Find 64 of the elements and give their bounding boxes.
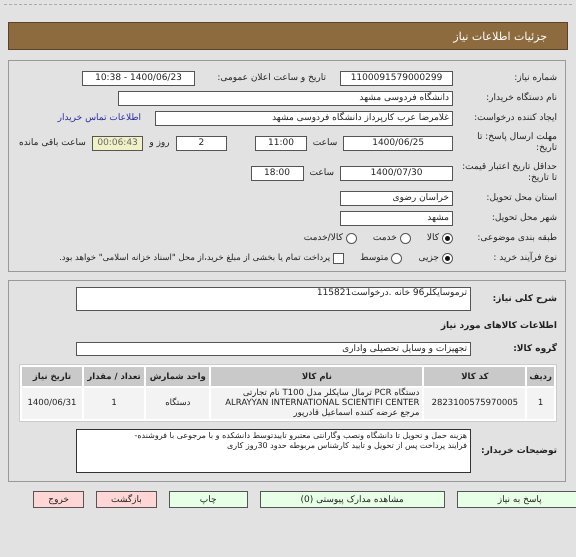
option-label: خدمت bbox=[372, 233, 397, 243]
validity-date-field: 1400/07/30 bbox=[340, 166, 453, 180]
column-header: ردیف bbox=[527, 367, 554, 386]
field-label: ساعت bbox=[310, 168, 334, 178]
page-title: جزئیات اطلاعات نیاز bbox=[453, 30, 547, 42]
radio-button[interactable] bbox=[400, 232, 411, 244]
field-label: روز و bbox=[149, 138, 170, 148]
checkbox[interactable] bbox=[333, 252, 344, 264]
radio-button[interactable] bbox=[442, 232, 453, 244]
column-header: واحد شمارش bbox=[146, 367, 210, 386]
field-label: ایجاد کننده درخواست: bbox=[473, 112, 557, 124]
field-label: نام دستگاه خریدار: bbox=[485, 92, 557, 104]
buyer-notes-box: هزینه حمل و تحویل تا دانشگاه ونصب وگارانتی معتبرو تاییدتوسط دانشکده و با مرجوعی با فروشنده- فرایند پرداخت پس از تحویل و تایید کارشناس مربوطه حدود 30روز کاری bbox=[76, 429, 471, 474]
field-label: توضیحات خریدار: bbox=[480, 446, 557, 457]
checkbox-label: پرداخت تمام یا بخشی از مبلغ خرید،از محل "اسناد خزانه اسلامی" خواهد بود. bbox=[59, 253, 330, 263]
section-heading: اطلاعات کالاهای مورد نیاز bbox=[440, 320, 557, 332]
action-button[interactable]: مشاهده مدارک پیوستی (0) bbox=[260, 491, 445, 508]
action-button[interactable]: خروج bbox=[33, 491, 84, 508]
table-cell: 1 bbox=[527, 388, 554, 420]
goods-group-field: تجهیزات و وسایل تحصیلی واداری bbox=[76, 342, 471, 356]
announce-date-field: 1400/06/23 - 10:38 bbox=[82, 70, 195, 86]
radio-button[interactable] bbox=[346, 232, 357, 244]
column-header: کد کالا bbox=[424, 367, 526, 386]
table-cell: دستگاه PCR ترمال سایکلر مدل T100 نام تجارتی ALRAYYAN INTERNATIONAL SCIENTIFI CENTER مرجع عرضه کننده اسماعیل قادرپور bbox=[211, 388, 422, 420]
buyer-name-field: دانشگاه فردوسی مشهد bbox=[118, 90, 453, 106]
province-field: خراسان رضوی bbox=[340, 190, 453, 206]
field-label: نوع فرآیند خرید : bbox=[492, 252, 557, 264]
deadline-time-field: 11:00 bbox=[255, 136, 307, 150]
contact-link[interactable]: اطلاعات تماس خریدار bbox=[58, 113, 141, 123]
action-button[interactable]: پاسخ به نیاز bbox=[456, 491, 576, 508]
action-button[interactable]: چاپ bbox=[168, 491, 248, 508]
option-label: جزیی bbox=[418, 253, 439, 263]
option-label: متوسط bbox=[360, 253, 388, 263]
field-label: شماره نیاز: bbox=[513, 72, 557, 84]
option-label: کالا bbox=[426, 233, 439, 243]
table-cell: 1400/06/31 bbox=[22, 388, 82, 420]
option-label: کالا/خدمت bbox=[304, 233, 343, 243]
radio-button[interactable] bbox=[442, 252, 453, 264]
table-cell: 1 bbox=[84, 388, 144, 420]
days-field: 2 bbox=[176, 136, 228, 150]
field-label: شهر محل تحویل: bbox=[490, 212, 557, 224]
table-cell: دستگاه bbox=[146, 388, 210, 420]
requester-field: غلامرضا عرب کارپرداز دانشگاه فردوسی مشهد bbox=[155, 110, 453, 126]
need-number-field: 1100091579000299 bbox=[340, 70, 453, 86]
field-label: شرح کلی نیاز: bbox=[492, 294, 557, 304]
field-label: گروه کالا: bbox=[512, 344, 557, 354]
field-label: حداقل تاریخ اعتبار قیمت: تا تاریخ: bbox=[461, 162, 557, 184]
description-field: ترموسایکلر96 خانه .درخواست115821 bbox=[76, 287, 471, 311]
field-label: مهلت ارسال پاسخ: تا تاریخ: bbox=[476, 132, 557, 154]
field-label: طبقه بندی موضوعی: bbox=[476, 232, 557, 244]
field-label: ساعت bbox=[312, 138, 338, 148]
deadline-date-field: 1400/06/25 bbox=[343, 136, 453, 150]
remaining-time-field: 00:06:43 bbox=[92, 136, 144, 150]
field-label: ساعت باقی مانده bbox=[18, 138, 86, 148]
radio-button[interactable] bbox=[391, 252, 402, 264]
column-header: تاریخ نیاز bbox=[22, 367, 82, 386]
table-cell: 2823100575970005 bbox=[424, 388, 526, 420]
field-label: استان محل تحویل: bbox=[485, 192, 557, 204]
column-header: تعداد / مقدار bbox=[84, 367, 144, 386]
city-field: مشهد bbox=[340, 210, 453, 226]
field-label: تاریخ و ساعت اعلان عمومی: bbox=[216, 72, 326, 84]
validity-time-field: 18:00 bbox=[250, 166, 304, 180]
action-button[interactable]: بازگشت bbox=[96, 491, 157, 508]
column-header: نام کالا bbox=[211, 367, 422, 386]
